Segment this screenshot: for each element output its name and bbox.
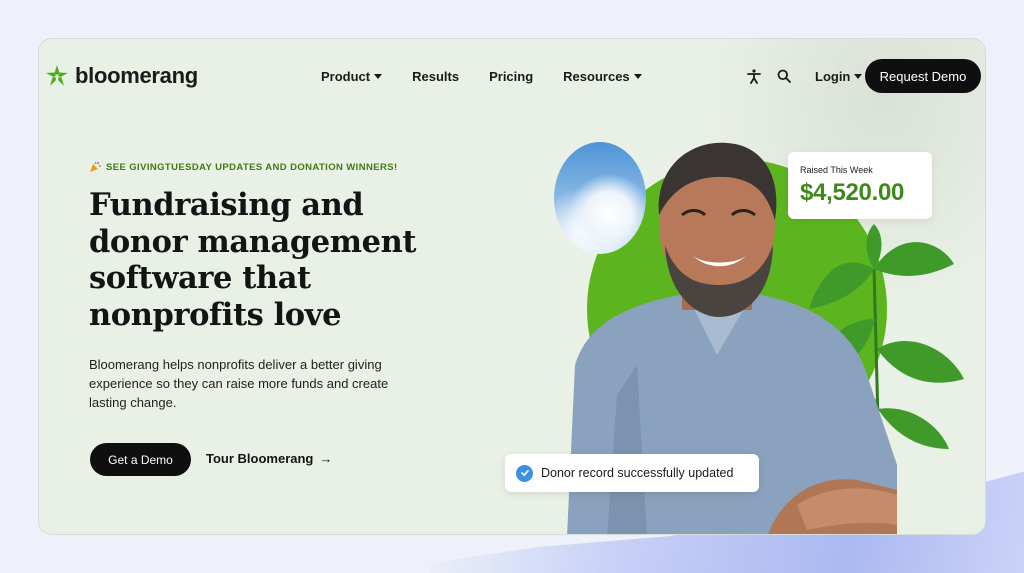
accessibility-icon: [747, 68, 761, 84]
chevron-down-icon: [633, 74, 642, 79]
chevron-down-icon: [374, 74, 383, 79]
nav-item-label: Results: [412, 69, 460, 84]
raised-this-week-card: Raised This Week $4,520.00: [788, 152, 932, 219]
logo[interactable]: bloomerang: [45, 63, 198, 89]
nav-item-label: Product: [321, 69, 371, 84]
accessibility-button[interactable]: [743, 65, 765, 87]
utility-nav: Login: [743, 65, 863, 87]
headline-line: donor management: [89, 223, 417, 260]
bloomerang-logo-icon: [46, 65, 68, 86]
login-label: Login: [815, 68, 851, 84]
headline-line: Fundraising and: [89, 187, 364, 223]
success-toast: Donor record successfully updated: [505, 454, 759, 492]
get-demo-button[interactable]: Get a Demo: [90, 443, 191, 476]
nav-item-label: Pricing: [489, 69, 534, 84]
request-demo-button[interactable]: Request Demo: [865, 59, 981, 93]
main-menu: Product Results Pricing Resources: [321, 69, 642, 84]
tour-label: Tour Bloomerang: [206, 451, 314, 466]
tour-link[interactable]: Tour Bloomerang →: [206, 451, 332, 466]
headline-line: software that: [89, 260, 311, 296]
hero-headline: Fundraising and donor management softwar…: [89, 187, 469, 333]
announcement-text: SEE GIVINGTUESDAY UPDATES AND DONATION W…: [106, 161, 398, 173]
raised-amount: $4,520.00: [800, 179, 905, 206]
logo-text: bloomerang: [75, 63, 198, 88]
top-nav: bloomerang Product Results Pricing Resou…: [39, 39, 985, 115]
raised-label: Raised This Week: [800, 165, 873, 175]
nav-item-resources[interactable]: Resources: [563, 69, 642, 84]
hero-subtext: Bloomerang helps nonprofits deliver a be…: [89, 357, 389, 410]
nav-item-product[interactable]: Product: [321, 69, 383, 84]
nav-item-label: Resources: [563, 69, 630, 84]
nav-item-results[interactable]: Results: [412, 69, 459, 84]
search-icon: [777, 69, 791, 83]
party-popper-icon: [90, 161, 101, 172]
announcement-link[interactable]: SEE GIVINGTUESDAY UPDATES AND DONATION W…: [89, 161, 398, 173]
browser-frame: bloomerang Product Results Pricing Resou…: [38, 38, 986, 535]
search-button[interactable]: [773, 65, 795, 87]
chevron-down-icon: [854, 73, 863, 79]
toast-text: Donor record successfully updated: [541, 466, 734, 480]
login-menu[interactable]: Login: [815, 68, 863, 84]
headline-line: nonprofits love: [89, 296, 342, 333]
check-circle-icon: [516, 464, 533, 482]
arrow-right-icon: →: [319, 451, 333, 466]
nav-item-pricing[interactable]: Pricing: [489, 69, 533, 84]
